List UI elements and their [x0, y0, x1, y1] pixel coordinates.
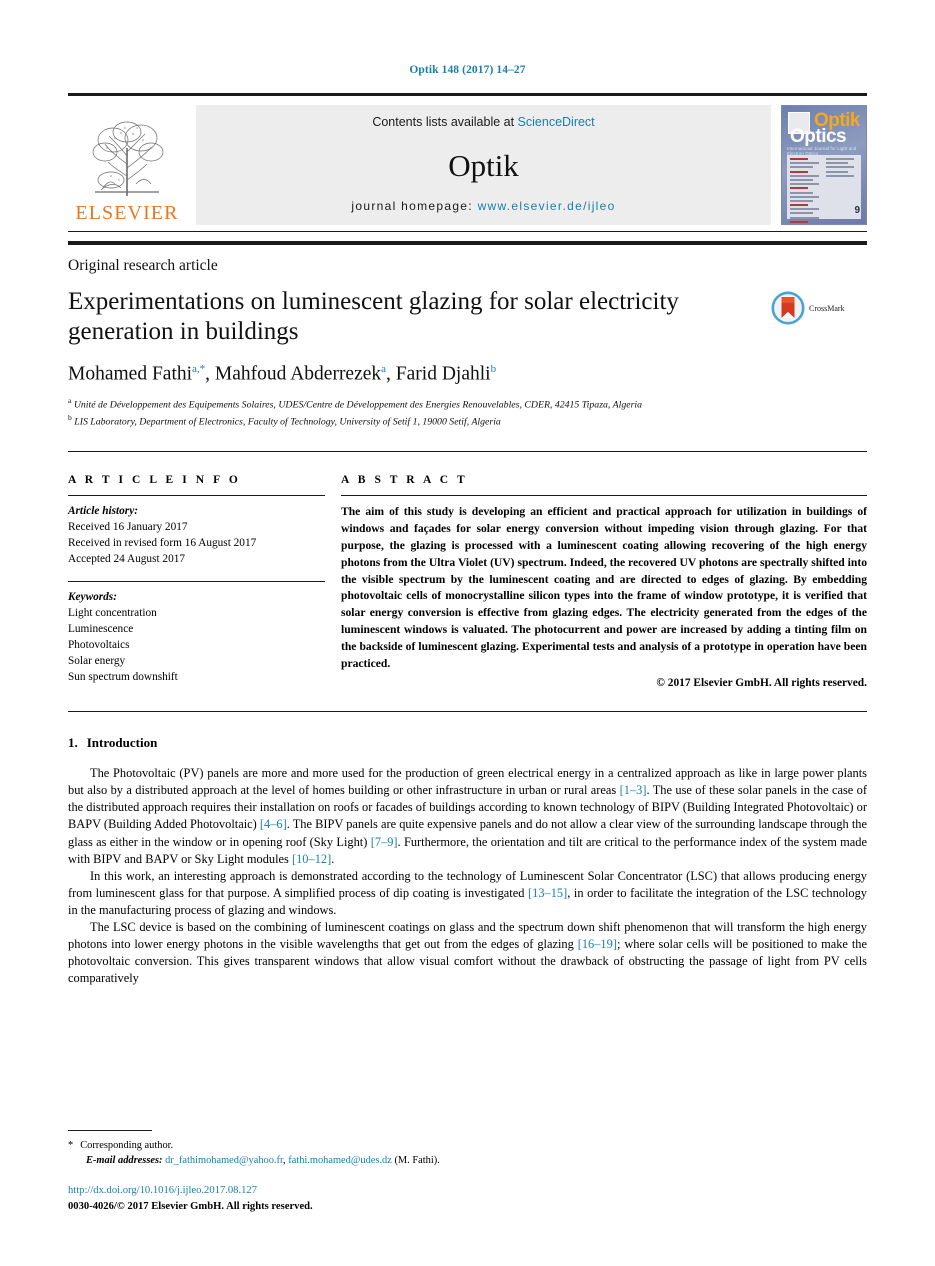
contents-available-line: Contents lists available at ScienceDirec… [372, 115, 594, 129]
homepage-label: journal homepage: [351, 199, 473, 213]
abstract-copyright: © 2017 Elsevier GmbH. All rights reserve… [656, 677, 867, 690]
article-info-column: A R T I C L E I N F O Article history: R… [68, 474, 341, 689]
abstract-heading: A B S T R A C T [341, 473, 468, 486]
contents-prefix: Contents lists available at [372, 115, 518, 129]
affiliation-list: a Unité de Développement des Equipements… [68, 396, 867, 429]
doi-link[interactable]: http://dx.doi.org/10.1016/j.ijleo.2017.0… [68, 1183, 313, 1198]
crossmark-label: CrossMark [809, 303, 845, 313]
abstract-column: A B S T R A C T The aim of this study is… [341, 474, 867, 689]
homepage-url-link[interactable]: www.elsevier.de/ijleo [478, 199, 616, 213]
citation-link[interactable]: [4–6] [260, 817, 287, 831]
body-text-run: . [331, 851, 335, 866]
keyword-item: Solar energy [68, 655, 126, 668]
keywords-block: Keywords: Light concentration Luminescen… [68, 589, 325, 685]
keywords-rule [68, 580, 325, 582]
affiliation-a: a Unité de Développement des Equipements… [68, 396, 867, 412]
citation-link[interactable]: [10–12] [292, 852, 331, 866]
cover-contents-panel [787, 155, 861, 223]
article-info-rule [68, 494, 325, 496]
section-heading-introduction: 1. Introduction [68, 735, 867, 751]
footnote-zone: * Corresponding author. E-mail addresses:… [68, 1129, 867, 1168]
keywords-label: Keywords: [68, 590, 117, 603]
email-link-1[interactable]: dr_fathimohamed@yahoo.fr [165, 1155, 283, 1166]
paragraph: In this work, an interesting approach is… [68, 868, 867, 919]
introduction-body: The Photovoltaic (PV) panels are more an… [68, 765, 867, 987]
paragraph: The LSC device is based on the combining… [68, 919, 867, 987]
journal-homepage-line: journal homepage: www.elsevier.de/ijleo [351, 199, 615, 213]
doi-block: http://dx.doi.org/10.1016/j.ijleo.2017.0… [68, 1183, 313, 1214]
running-head: Optik 148 (2017) 14–27 [409, 64, 526, 76]
affiliation-text-b: LIS Laboratory, Department of Electronic… [74, 415, 501, 427]
citation-link[interactable]: [16–19] [578, 937, 617, 951]
elsevier-wordmark: ELSEVIER [75, 202, 179, 224]
citation-link[interactable]: [7–9] [371, 835, 398, 849]
page-title: Experimentations on luminescent glazing … [68, 288, 679, 345]
corresponding-star: * [68, 1139, 74, 1151]
citation-link[interactable]: [13–15] [528, 886, 567, 900]
sciencedirect-link[interactable]: ScienceDirect [518, 115, 595, 129]
keyword-item: Sun spectrum downshift [68, 671, 178, 684]
body-top-rule [68, 711, 867, 713]
corresponding-line: * Corresponding author. [68, 1138, 867, 1153]
footnote-rule [68, 1129, 152, 1131]
keyword-item: Light concentration [68, 607, 157, 619]
cover-col-left [790, 158, 823, 223]
history-accepted: Accepted 24 August 2017 [68, 552, 186, 565]
journal-title: Optik [448, 147, 519, 183]
author-list: Mohamed Fathia,*, Mahfoud Abderrezeka, F… [68, 363, 497, 385]
journal-band: Contents lists available at ScienceDirec… [196, 105, 771, 225]
elsevier-tree-icon [92, 121, 164, 196]
abstract-rule [341, 494, 867, 496]
history-revised: Received in revised form 16 August 2017 [68, 536, 257, 549]
journal-masthead: ELSEVIER Contents lists available at Sci… [68, 105, 867, 225]
affiliation-b: b LIS Laboratory, Department of Electron… [68, 413, 867, 429]
crossmark-badge[interactable]: CrossMark [771, 287, 867, 325]
cover-issue-number: 9 [854, 205, 860, 216]
citation-link[interactable]: [1–3] [620, 783, 647, 797]
keyword-item: Photovoltaics [68, 639, 130, 652]
abstract-text: The aim of this study is developing an e… [341, 504, 867, 671]
keyword-item: Luminescence [68, 623, 134, 636]
article-history-label: Article history: [68, 504, 138, 517]
article-type-label: Original research article [68, 257, 218, 274]
cover-col-right [825, 158, 859, 216]
title-row: Experimentations on luminescent glazing … [68, 287, 867, 347]
affiliation-text-a: Unité de Développement des Equipements S… [73, 398, 643, 410]
article-info-heading: A R T I C L E I N F O [68, 473, 241, 486]
masthead-bottom-rule [68, 231, 867, 232]
section-title: Introduction [86, 735, 158, 751]
masthead-top-rule [68, 93, 867, 96]
article-head-bar [68, 241, 867, 245]
paragraph: The Photovoltaic (PV) panels are more an… [68, 765, 867, 868]
issn-copyright-line: 0030-4026/© 2017 Elsevier GmbH. All righ… [68, 1200, 313, 1212]
info-abstract-row: A R T I C L E I N F O Article history: R… [68, 474, 867, 689]
corresponding-label: Corresponding author. [80, 1139, 174, 1151]
section-number: 1. [68, 735, 78, 751]
email-label: E-mail addresses: [86, 1154, 163, 1166]
cover-title-optics: Optics [790, 126, 847, 147]
elsevier-logo: ELSEVIER [68, 105, 186, 225]
corresponding-author-note: * Corresponding author. E-mail addresses:… [68, 1138, 867, 1168]
email-owner: (M. Fathi). [391, 1154, 440, 1166]
article-page: Optik 148 (2017) 14–27 ELSEVIER Contents… [0, 0, 935, 1266]
journal-cover-image: Optik Optics International Journal for L… [781, 105, 867, 225]
email-link-2[interactable]: fathi.mohamed@udes.dz [288, 1155, 392, 1166]
history-received: Received 16 January 2017 [68, 520, 188, 533]
affiliation-mark-a: a [68, 395, 72, 405]
article-history-block: Article history: Received 16 January 201… [68, 503, 325, 567]
crossmark-icon [771, 291, 805, 325]
abstract-section-top-rule [68, 450, 867, 452]
email-line: E-mail addresses: dr_fathimohamed@yahoo.… [68, 1153, 867, 1168]
affiliation-mark-b: b [68, 412, 72, 422]
